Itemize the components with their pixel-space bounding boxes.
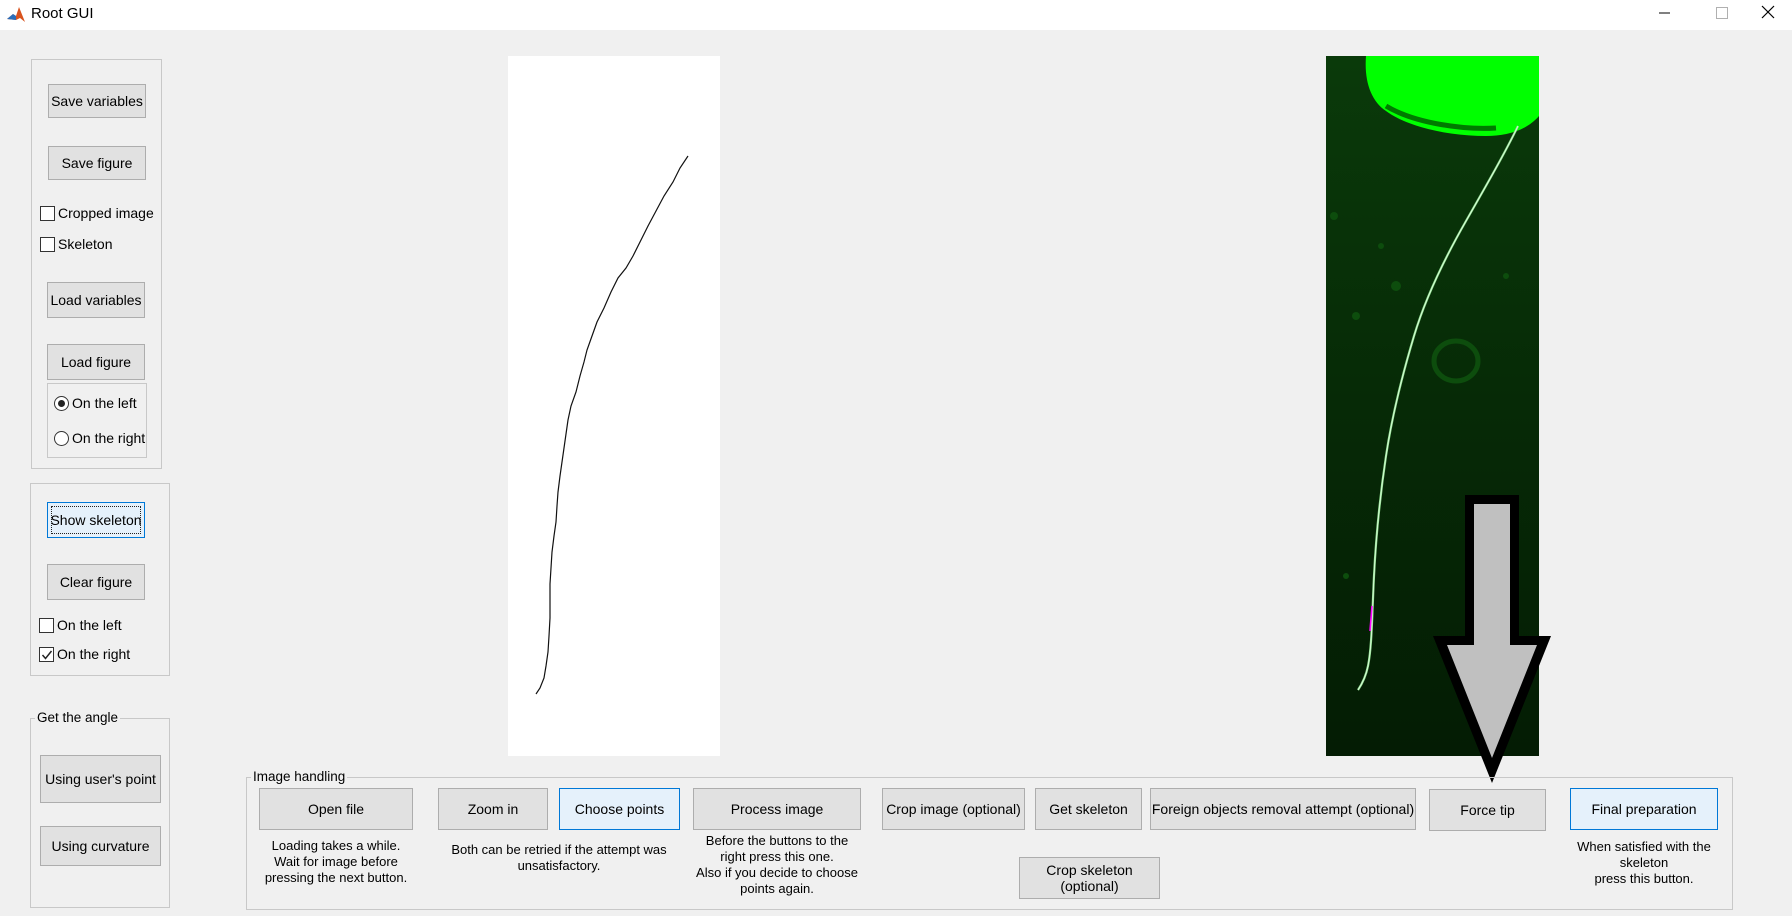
process-image-help-text: Before the buttons to the right press th… <box>696 833 858 896</box>
foreign-objects-removal-button[interactable]: Foreign objects removal attempt (optiona… <box>1150 788 1416 830</box>
maximize-icon <box>1716 7 1728 19</box>
checkbox-label: On the left <box>57 617 122 633</box>
title-bar: Root GUI <box>0 0 1792 30</box>
cropped-image-checkbox[interactable]: Cropped image <box>40 203 154 223</box>
load-variables-button[interactable]: Load variables <box>47 282 145 318</box>
skeleton-figure-left <box>508 56 720 756</box>
image-handling-panel-title: Image handling <box>251 769 348 785</box>
zoom-choose-help-text: Both can be retried if the attempt was u… <box>451 842 667 873</box>
open-file-help-text: Loading takes a while. Wait for image be… <box>264 838 408 885</box>
radio-label: On the left <box>72 395 137 411</box>
checkbox-label: On the right <box>57 646 131 662</box>
final-preparation-button[interactable]: Final preparation <box>1570 788 1718 830</box>
maximize-button[interactable] <box>1697 0 1745 30</box>
checkbox-label: Cropped image <box>58 205 154 221</box>
get-angle-panel-title: Get the angle <box>35 710 121 726</box>
window-title: Root GUI <box>31 5 94 22</box>
checkbox-box <box>39 617 54 633</box>
get-skeleton-button[interactable]: Get skeleton <box>1035 788 1142 830</box>
zoom-in-button[interactable]: Zoom in <box>438 788 548 830</box>
down-arrow-icon <box>1433 495 1551 783</box>
checkbox-box <box>39 646 54 662</box>
close-button[interactable] <box>1744 0 1792 30</box>
skeleton-checkbox[interactable]: Skeleton <box>40 234 112 254</box>
load-figure-button[interactable]: Load figure <box>47 344 145 380</box>
crop-image-button[interactable]: Crop image (optional) <box>882 788 1025 830</box>
matlab-logo-icon <box>6 5 26 25</box>
checkbox-label: Skeleton <box>58 236 113 252</box>
minimize-button[interactable] <box>1640 0 1688 30</box>
checkbox-box <box>40 236 55 252</box>
crop-skeleton-button[interactable]: Crop skeleton (optional) <box>1019 857 1160 899</box>
using-users-point-button[interactable]: Using user's point <box>40 755 161 803</box>
minimize-icon <box>1659 12 1670 14</box>
radio-on-the-left[interactable]: On the left <box>54 393 137 413</box>
show-skeleton-button[interactable]: Show skeleton <box>47 502 145 538</box>
using-curvature-button[interactable]: Using curvature <box>40 826 161 866</box>
close-icon <box>1761 5 1775 19</box>
clear-figure-button[interactable]: Clear figure <box>47 564 145 600</box>
radio-button <box>54 430 69 446</box>
checkbox-box <box>40 205 55 221</box>
radio-button <box>54 395 69 411</box>
show-on-left-checkbox[interactable]: On the left <box>39 615 122 635</box>
show-on-right-checkbox[interactable]: On the right <box>39 644 130 664</box>
get-angle-panel <box>30 718 170 908</box>
checkmark-icon <box>41 650 53 660</box>
final-preparation-help-text: When satisfied with the skeleton press t… <box>1577 839 1711 886</box>
open-file-button[interactable]: Open file <box>259 788 413 830</box>
save-variables-button[interactable]: Save variables <box>48 84 146 118</box>
force-tip-button[interactable]: Force tip <box>1429 789 1546 831</box>
choose-points-button[interactable]: Choose points <box>559 788 680 830</box>
save-figure-button[interactable]: Save figure <box>48 146 146 180</box>
radio-on-the-right[interactable]: On the right <box>54 428 145 448</box>
radio-label: On the right <box>72 430 146 446</box>
process-image-button[interactable]: Process image <box>693 788 861 830</box>
